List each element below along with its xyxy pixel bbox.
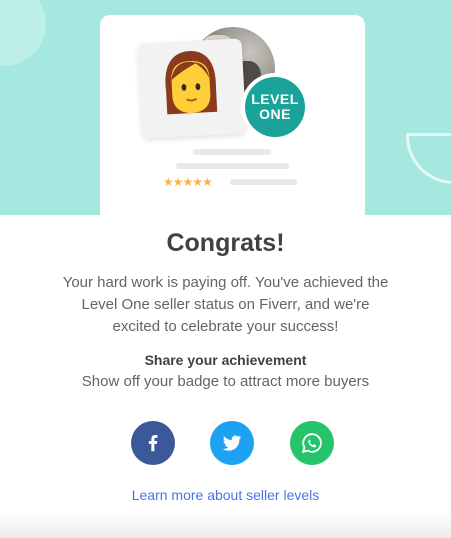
modal-title: Congrats! (166, 229, 285, 257)
rating-stars: ★★★★★ (163, 175, 213, 189)
whatsapp-share-button[interactable] (290, 421, 334, 465)
skeleton-line (230, 179, 297, 185)
learn-more-link[interactable]: Learn more about seller levels (0, 487, 451, 503)
badge-level-label: LEVEL (251, 91, 299, 107)
twitter-icon (222, 435, 242, 451)
whatsapp-icon (301, 433, 322, 454)
avatar-card (137, 38, 247, 139)
twitter-share-button[interactable] (210, 421, 254, 465)
skeleton-line (176, 163, 289, 169)
woman-avatar-icon (165, 51, 218, 115)
decorative-circle (0, 0, 46, 66)
modal-description: Your hard work is paying off. You've ach… (62, 274, 389, 335)
facebook-share-button[interactable] (131, 421, 175, 465)
level-one-badge: LEVEL ONE (241, 73, 309, 141)
share-subtitle: Show off your badge to attract more buye… (81, 373, 370, 390)
badge-level-number: ONE (259, 106, 291, 122)
congrats-modal: LEVEL ONE ★★★★★ Congrats! Your hard work… (0, 0, 451, 538)
skeleton-line (193, 149, 271, 155)
decorative-half-circle (406, 133, 451, 184)
modal-bottom-shade (0, 512, 451, 538)
share-heading: Share your achievement (144, 352, 307, 368)
facebook-icon (148, 435, 158, 452)
